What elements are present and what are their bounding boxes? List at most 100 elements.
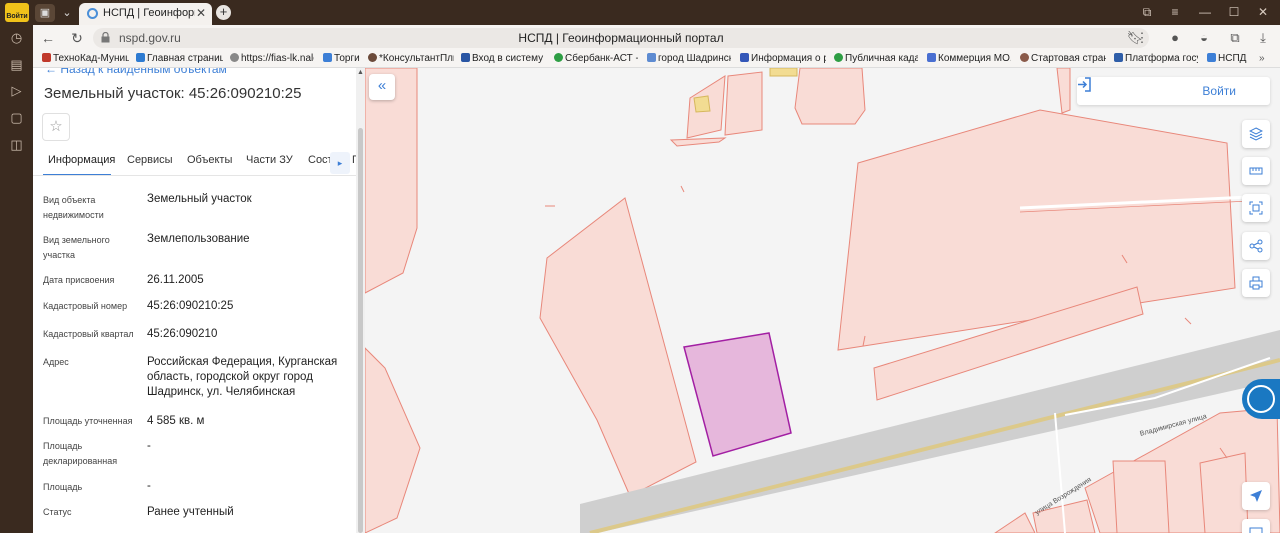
tab-information[interactable]: Информация — [48, 154, 115, 166]
tab-services[interactable]: Сервисы — [127, 154, 173, 166]
collections-icon[interactable]: ▤ — [9, 57, 24, 72]
parcel — [1056, 68, 1071, 114]
selected-parcel — [683, 332, 792, 457]
attr-value: 45:26:090210 — [147, 328, 218, 340]
bookmarks-bar: ТехноКад-Муници... Главная страница http… — [33, 51, 1280, 68]
tab-parts[interactable]: Части ЗУ — [246, 154, 293, 166]
new-tab-button[interactable]: + — [216, 5, 231, 20]
tab-objects[interactable]: Объекты — [187, 154, 232, 166]
attr-label: Площадь — [43, 482, 83, 492]
legend-button[interactable] — [1242, 519, 1270, 533]
bookmark-item[interactable]: НСПД — [1207, 53, 1251, 64]
tabs-next-button[interactable]: ▸ — [330, 152, 350, 174]
building — [769, 68, 798, 77]
attr-label: Кадастровый квартал — [43, 329, 134, 339]
bookmark-item[interactable]: Главная страница — [136, 53, 223, 64]
tab-group-icon[interactable]: ▣ — [35, 4, 55, 22]
attr-label: Статус — [43, 507, 72, 517]
bookmark-item[interactable]: Стартовая страни... — [1020, 53, 1106, 64]
browser-toolbar: ← ↻ nspd.gov.ru НСПД | Геоинформационный… — [33, 25, 1280, 51]
download-icon[interactable]: ⤓ — [1255, 30, 1271, 46]
parcel — [669, 137, 727, 147]
print-button[interactable] — [1242, 269, 1270, 297]
bookmark-item[interactable]: ТехноКад-Муници... — [42, 53, 129, 64]
bookmark-item[interactable]: Торги — [323, 53, 363, 64]
object-title: Земельный участок: 45:26:090210:25 — [44, 85, 302, 102]
share-button[interactable] — [1242, 232, 1270, 260]
tab-list-icon[interactable]: ⧉ — [1139, 5, 1155, 20]
parcel — [1199, 452, 1249, 533]
attr-value: 26.11.2005 — [147, 274, 204, 286]
menu-icon[interactable]: ≡ — [1167, 5, 1183, 20]
attr-value: 4 585 кв. м — [147, 415, 205, 427]
more-icon[interactable]: ⋮ — [1134, 30, 1150, 46]
info-panel: ← Назад к найденным объектам Земельный у… — [33, 68, 356, 533]
login-icon — [1078, 77, 1091, 92]
attr-label: Площадь декларированная — [43, 441, 118, 466]
address-bar[interactable]: nspd.gov.ru НСПД | Геоинформационный пор… — [93, 28, 1149, 48]
bookmark-item[interactable]: Публичная кадаст... — [834, 53, 918, 64]
parcel — [365, 347, 421, 533]
parcel — [724, 71, 763, 136]
attr-label: Дата присвоения — [43, 275, 115, 285]
printer-icon — [1249, 276, 1263, 290]
map-canvas[interactable] — [365, 68, 1280, 533]
login-panel[interactable]: Войти — [1077, 77, 1270, 105]
layers-button[interactable] — [1242, 120, 1270, 148]
share-icon[interactable]: ⧉ — [1227, 30, 1243, 46]
parcel — [539, 197, 697, 497]
bookmark-item[interactable]: Вход в систему :: ... — [461, 53, 545, 64]
attr-value: Земельный участок — [147, 193, 252, 205]
parcel — [794, 68, 866, 125]
login-button[interactable]: Войти — [1202, 84, 1236, 98]
bookmarks-more-icon[interactable]: » — [1259, 53, 1273, 64]
attr-label: Адрес — [43, 357, 69, 367]
bookmark-item[interactable]: *КонсультантПлюс — [368, 53, 454, 64]
reload-icon[interactable]: ↻ — [68, 29, 86, 47]
bookmark-item[interactable]: Платформа госуд... — [1114, 53, 1198, 64]
panel-tabs: Информация Сервисы Объекты Части ЗУ Сост… — [33, 152, 356, 176]
support-chat-button[interactable] — [1242, 379, 1280, 419]
attr-label: Вид объекта недвижимости — [43, 195, 104, 220]
close-window-icon[interactable]: ✕ — [1255, 5, 1271, 20]
back-to-results-link[interactable]: ← Назад к найденным объектам — [45, 68, 227, 76]
attr-value: - — [147, 440, 151, 452]
chevron-down-icon[interactable]: ⌄ — [57, 4, 77, 22]
bookmark-item[interactable]: Коммерция МО.ха... — [927, 53, 1011, 64]
back-arrow-icon[interactable]: ← — [39, 29, 57, 47]
close-icon[interactable]: ✕ — [196, 6, 206, 20]
maximize-icon[interactable]: ☐ — [1226, 5, 1242, 20]
vpn-icon[interactable]: ◒ — [1196, 30, 1212, 46]
parcel — [994, 512, 1036, 533]
bookmark-item[interactable]: Информация о ра... — [740, 53, 826, 64]
browser-sidebar: Войти ◷ ▤ ▷ ▢ ◫ — [0, 0, 33, 533]
counter-icon[interactable]: ▢ — [9, 110, 24, 125]
screenshot-icon[interactable]: ◫ — [9, 137, 24, 152]
measure-button[interactable] — [1242, 157, 1270, 185]
map-view[interactable]: Владимирская улица улица Возрождения « В… — [365, 68, 1280, 533]
globe-icon — [87, 8, 98, 19]
attr-value: Российская Федерация, Курганская область… — [147, 356, 338, 398]
locate-button[interactable] — [1242, 482, 1270, 510]
page-title: НСПД | Геоинформационный портал — [518, 31, 724, 45]
chat-icon — [1247, 385, 1275, 413]
select-area-button[interactable] — [1242, 194, 1270, 222]
browser-tab[interactable]: НСПД | Геоинформационный портал ✕ — [79, 3, 212, 25]
panel-scrollbar[interactable]: ▲ — [356, 68, 365, 533]
bookmark-item[interactable]: Сбербанк-АСТ - ... — [554, 53, 638, 64]
tab-title: НСПД | Геоинформационный портал — [103, 7, 195, 19]
video-icon[interactable]: ▷ — [9, 83, 24, 98]
attr-label: Площадь уточненная — [43, 416, 133, 426]
minimize-icon[interactable]: — — [1197, 5, 1213, 20]
favorite-star-icon[interactable]: ☆ — [42, 113, 70, 141]
scrollbar-thumb[interactable] — [358, 128, 363, 533]
extension-icon[interactable]: ● — [1167, 30, 1183, 46]
bookmark-item[interactable]: город Шадринск — [647, 53, 731, 64]
bookmark-item[interactable]: https://fias-lk.nalog... — [230, 53, 314, 64]
collapse-panel-button[interactable]: « — [369, 74, 395, 100]
history-icon[interactable]: ◷ — [9, 30, 24, 45]
attr-value: Ранее учтенный — [147, 506, 234, 518]
profile-avatar[interactable]: Войти — [5, 3, 29, 22]
scroll-up-icon[interactable]: ▲ — [357, 69, 364, 76]
attr-value: Землепользование — [147, 233, 250, 245]
